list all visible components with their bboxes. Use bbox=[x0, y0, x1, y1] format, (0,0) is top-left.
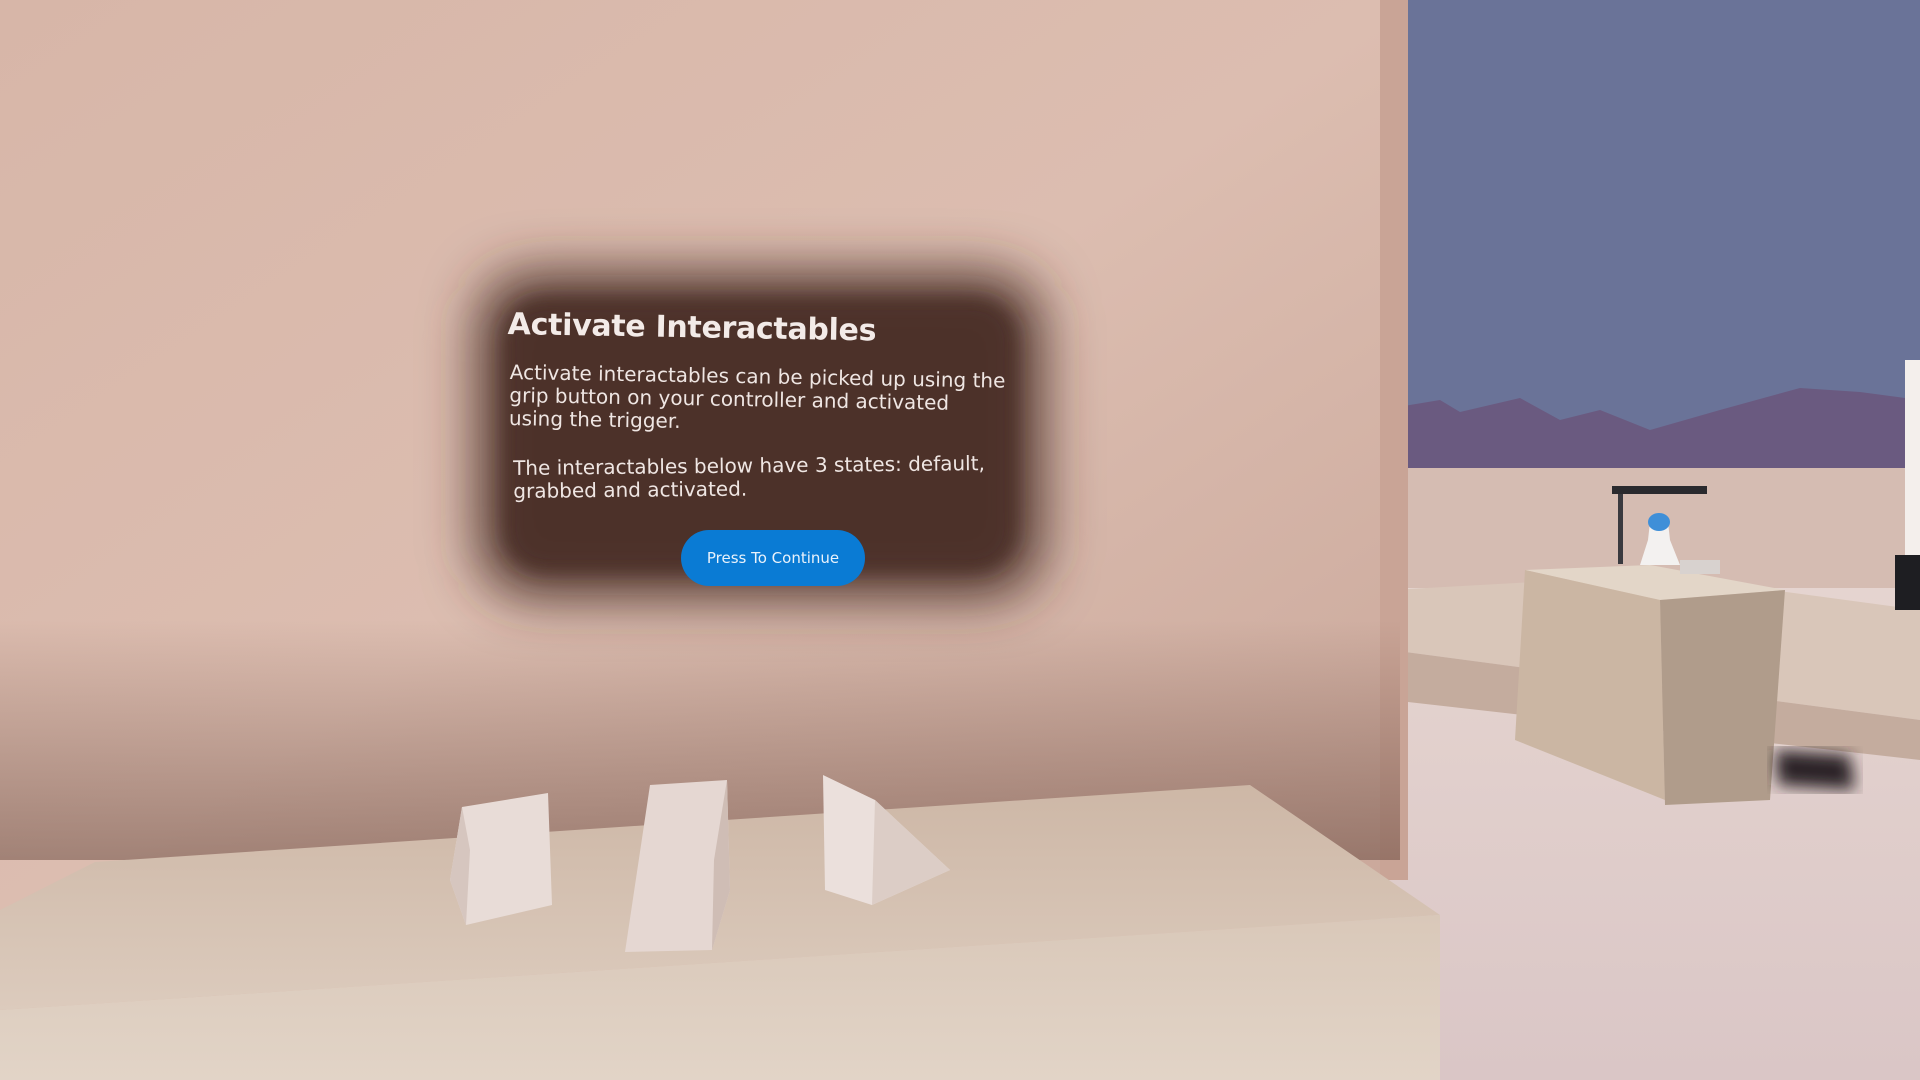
dialog-title: Activate Interactables bbox=[507, 307, 877, 349]
dialog-body: Activate interactables can be picked up … bbox=[508, 360, 1006, 433]
continue-button[interactable]: Press To Continue bbox=[681, 530, 865, 586]
tutorial-dialog: Activate Interactables Activate interact… bbox=[470, 265, 1060, 605]
default-state-object[interactable] bbox=[450, 793, 552, 925]
dialog-note: The interactables below have 3 states: d… bbox=[512, 451, 985, 503]
